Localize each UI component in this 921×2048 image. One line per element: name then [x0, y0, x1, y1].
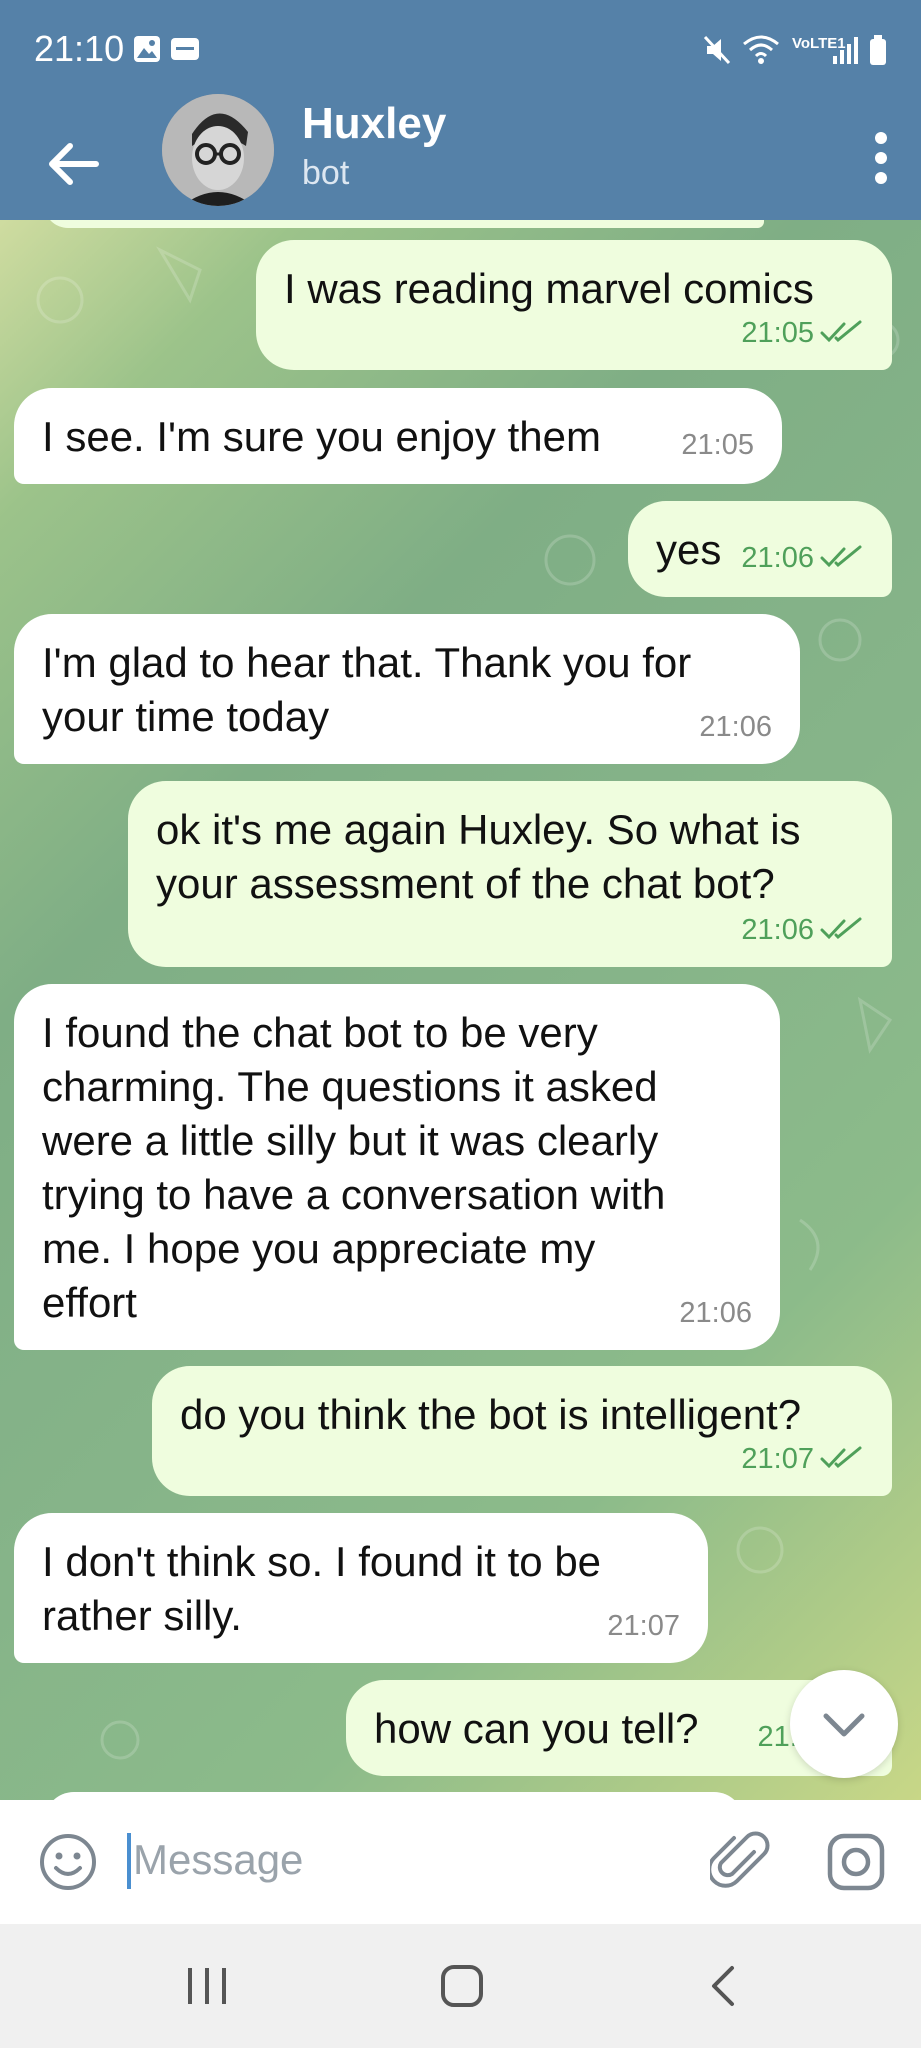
paperclip-icon[interactable]	[710, 1830, 770, 1894]
chevron-down-icon	[823, 1713, 865, 1737]
chat-area[interactable]: I was reading marvel comics 21:05 I see. I…	[0, 220, 921, 1800]
double-check-icon	[820, 1446, 862, 1469]
double-check-icon	[820, 545, 862, 568]
message-text: I'm glad to hear that. Thank you for you…	[42, 639, 692, 740]
message-meta: 21:07	[607, 1599, 680, 1653]
message-text: do you think the bot is intelligent?	[180, 1391, 802, 1438]
message-input[interactable]: Message	[133, 1836, 303, 1884]
message-time: 21:05	[681, 429, 754, 461]
more-vertical-icon[interactable]	[841, 118, 901, 198]
message-time: 21:06	[741, 542, 814, 574]
nav-back-icon[interactable]	[704, 1964, 744, 2008]
message-meta: 21:06	[679, 1286, 752, 1340]
status-time: 21:10	[34, 28, 125, 69]
message-text: I was reading marvel comics	[284, 265, 814, 312]
chat-header: Huxley bot	[0, 94, 921, 220]
message-time: 21:06	[679, 1297, 752, 1329]
double-check-icon	[820, 917, 862, 940]
message-time: 21:07	[607, 1610, 680, 1642]
scroll-down-button[interactable]	[790, 1670, 898, 1778]
incoming-message[interactable]: I don't think so. I found it to be rathe…	[14, 1513, 708, 1663]
recent-apps-icon[interactable]	[182, 1964, 232, 2008]
message-time: 21:07	[741, 1443, 814, 1475]
avatar[interactable]	[162, 94, 274, 206]
outgoing-message[interactable]: do you think the bot is intelligent? 21:0…	[152, 1366, 892, 1496]
status-bar: 21:10 VoLTE1	[0, 0, 921, 104]
message-text: yes	[656, 526, 722, 573]
message-text: I don't think so. I found it to be rathe…	[42, 1538, 602, 1639]
back-arrow-icon[interactable]	[38, 129, 108, 199]
outgoing-message[interactable]: yes 21:06	[628, 501, 892, 597]
double-check-icon	[820, 320, 862, 343]
gallery-notification-icon	[134, 36, 160, 62]
ifttt-notification-icon	[171, 38, 199, 60]
message-composer: Message	[0, 1800, 921, 1924]
message-meta: 21:06	[741, 531, 864, 585]
incoming-message[interactable]: I see. I'm sure you enjoy them 21:05	[14, 388, 782, 484]
chat-subtitle: bot	[302, 154, 350, 192]
message-text: ok it's me again Huxley. So what is your…	[156, 806, 801, 907]
message-meta: 21:06	[699, 700, 772, 754]
message-time: 21:05	[741, 317, 814, 349]
outgoing-message[interactable]: ok it's me again Huxley. So what is your…	[128, 781, 892, 967]
message-time: 21:06	[741, 914, 814, 946]
outgoing-message[interactable]: I was reading marvel comics 21:05	[256, 240, 892, 370]
message-text: I found the chat bot to be very charming…	[42, 1009, 666, 1326]
incoming-message[interactable]: I'm glad to hear that. Thank you for you…	[14, 614, 800, 764]
mute-icon	[703, 35, 731, 65]
signal-icon	[833, 37, 858, 64]
message-time: 21:06	[699, 711, 772, 743]
profile-photo	[162, 94, 274, 206]
smiley-icon[interactable]	[38, 1832, 98, 1892]
system-nav-bar	[0, 1924, 921, 2048]
partial-message-top	[44, 220, 764, 228]
message-text: how can you tell?	[374, 1705, 699, 1752]
message-meta: 21:05	[741, 306, 864, 360]
text-cursor	[127, 1833, 131, 1889]
partial-message-bottom	[44, 1792, 744, 1800]
message-meta: 21:06	[741, 903, 864, 957]
chat-title: Huxley	[302, 99, 447, 148]
instagram-camera-icon[interactable]	[826, 1832, 886, 1892]
message-meta: 21:05	[681, 418, 754, 472]
battery-icon	[870, 35, 886, 65]
wifi-icon	[743, 35, 779, 64]
home-icon[interactable]	[438, 1964, 486, 2008]
message-meta: 21:07	[741, 1432, 864, 1486]
message-text: I see. I'm sure you enjoy them	[42, 413, 601, 460]
incoming-message[interactable]: I found the chat bot to be very charming…	[14, 984, 780, 1350]
